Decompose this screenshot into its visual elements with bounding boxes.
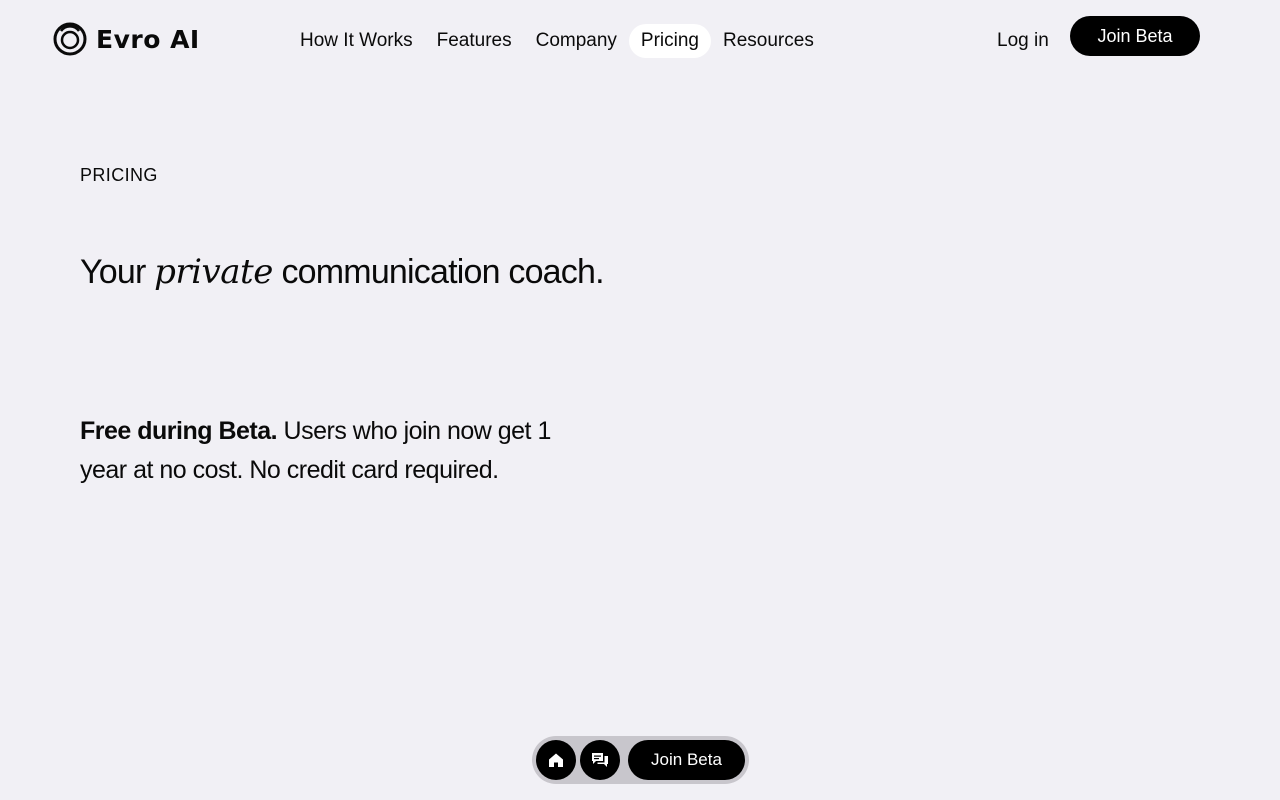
bottom-dock: Join Beta xyxy=(532,736,749,784)
nav-item-company[interactable]: Company xyxy=(524,24,629,58)
brand-name: Evro AI xyxy=(96,24,200,54)
brand-logo[interactable]: Evro AI xyxy=(52,20,200,58)
nav-item-features[interactable]: Features xyxy=(425,24,524,58)
join-beta-button[interactable]: Join Beta xyxy=(1070,16,1200,56)
home-button[interactable] xyxy=(536,740,576,780)
nav-item-pricing[interactable]: Pricing xyxy=(628,24,711,58)
headline-accent: private xyxy=(154,252,273,292)
ring-logo-icon xyxy=(53,22,87,56)
nav-item-resources[interactable]: Resources xyxy=(711,24,826,58)
headline-suffix: communication coach. xyxy=(281,253,604,291)
pricing-description: Free during Beta. Users who join now get… xyxy=(80,412,560,490)
section-eyebrow: PRICING xyxy=(80,165,158,185)
nav-item-how-it-works[interactable]: How It Works xyxy=(288,24,425,58)
headline-prefix: Your xyxy=(80,253,146,291)
chat-button[interactable] xyxy=(580,740,620,780)
chat-icon xyxy=(592,753,608,767)
dock-join-beta-button[interactable]: Join Beta xyxy=(628,740,745,780)
home-icon xyxy=(549,753,563,767)
page-headline: Your private communication coach. xyxy=(80,250,605,294)
login-link[interactable]: Log in xyxy=(997,30,1049,52)
main-nav: How It Works Features Company Pricing Re… xyxy=(288,24,826,58)
page: Evro AI How It Works Features Company Pr… xyxy=(0,0,1280,800)
description-bold: Free during Beta. xyxy=(80,417,278,445)
